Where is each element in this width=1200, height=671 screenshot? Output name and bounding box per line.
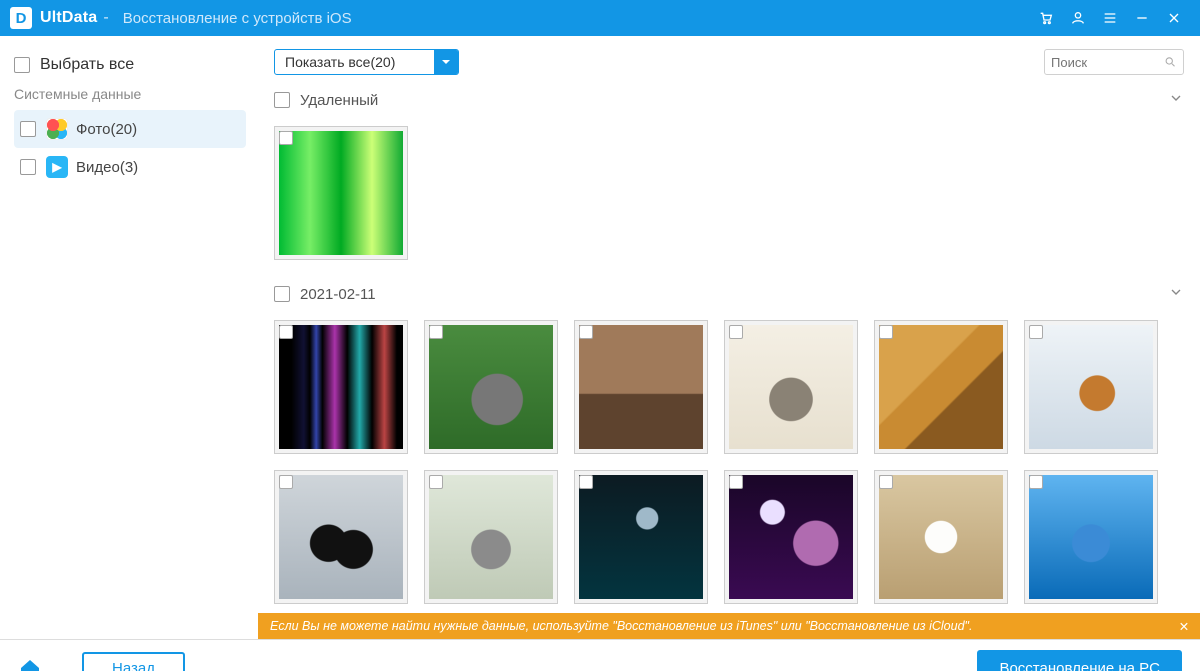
photo-thumb[interactable] bbox=[724, 470, 858, 604]
thumb-grid bbox=[274, 310, 1184, 613]
toolbar: Показать все(20) bbox=[258, 36, 1200, 84]
hint-text: Если Вы не можете найти нужные данные, и… bbox=[270, 619, 972, 633]
select-all-label: Выбрать все bbox=[40, 56, 134, 74]
select-all-row[interactable]: Выбрать все bbox=[14, 56, 246, 74]
photo-thumb[interactable] bbox=[274, 320, 408, 454]
video-icon: ▶ bbox=[46, 156, 68, 178]
photo-thumb[interactable] bbox=[724, 320, 858, 454]
chevron-down-icon[interactable] bbox=[1168, 284, 1184, 304]
thumb-checkbox[interactable] bbox=[279, 131, 293, 145]
photo-thumb[interactable] bbox=[574, 320, 708, 454]
sidebar-item-photo[interactable]: Фото(20) bbox=[14, 110, 246, 148]
app-name: UltData bbox=[40, 9, 97, 27]
chevron-down-icon[interactable] bbox=[1168, 90, 1184, 110]
cart-icon[interactable] bbox=[1030, 0, 1062, 36]
select-all-checkbox[interactable] bbox=[14, 57, 30, 73]
sidebar-section-header: Системные данные bbox=[14, 86, 246, 102]
recover-button[interactable]: Восстановление на PC bbox=[977, 650, 1182, 671]
photo-thumb[interactable] bbox=[574, 470, 708, 604]
group-header-date[interactable]: 2021-02-11 bbox=[274, 278, 1184, 310]
thumb-checkbox[interactable] bbox=[1029, 325, 1043, 339]
minimize-icon[interactable] bbox=[1126, 0, 1158, 36]
footer: Назад Восстановление на PC bbox=[0, 639, 1200, 671]
thumb-checkbox[interactable] bbox=[279, 475, 293, 489]
thumb-checkbox[interactable] bbox=[579, 325, 593, 339]
back-button[interactable]: Назад bbox=[82, 652, 185, 671]
sidebar-item-video[interactable]: ▶ Видео(3) bbox=[14, 148, 246, 186]
photo-thumb[interactable] bbox=[874, 470, 1008, 604]
thumb-checkbox[interactable] bbox=[879, 475, 893, 489]
group-header-deleted[interactable]: Удаленный bbox=[274, 84, 1184, 116]
title-separator: - bbox=[103, 9, 108, 27]
main-panel: Показать все(20) Удаленный 2021- bbox=[258, 36, 1200, 613]
menu-icon[interactable] bbox=[1094, 0, 1126, 36]
app-logo: D bbox=[10, 7, 32, 29]
photo-thumb[interactable] bbox=[424, 320, 558, 454]
sidebar: Выбрать все Системные данные Фото(20) ▶ … bbox=[0, 36, 258, 613]
thumb-checkbox[interactable] bbox=[429, 325, 443, 339]
close-icon[interactable] bbox=[1158, 0, 1190, 36]
thumb-checkbox[interactable] bbox=[729, 325, 743, 339]
titlebar: D UltData - Восстановление с устройств i… bbox=[0, 0, 1200, 36]
photo-thumb[interactable] bbox=[1024, 320, 1158, 454]
home-icon[interactable] bbox=[18, 657, 42, 671]
photo-thumb[interactable] bbox=[274, 126, 408, 260]
group-title: 2021-02-11 bbox=[300, 286, 376, 303]
filter-dropdown[interactable]: Показать все(20) bbox=[274, 49, 459, 75]
thumb-checkbox[interactable] bbox=[429, 475, 443, 489]
group-checkbox[interactable] bbox=[274, 92, 290, 108]
thumb-checkbox[interactable] bbox=[879, 325, 893, 339]
photo-thumb[interactable] bbox=[424, 470, 558, 604]
search-icon bbox=[1164, 55, 1177, 69]
sidebar-item-label: Видео(3) bbox=[76, 159, 240, 176]
search-box[interactable] bbox=[1044, 49, 1184, 75]
photo-thumb[interactable] bbox=[274, 470, 408, 604]
photo-thumb[interactable] bbox=[874, 320, 1008, 454]
sidebar-item-video-checkbox[interactable] bbox=[20, 159, 36, 175]
user-icon[interactable] bbox=[1062, 0, 1094, 36]
thumb-checkbox[interactable] bbox=[279, 325, 293, 339]
hint-bar: Если Вы не можете найти нужные данные, и… bbox=[258, 613, 1200, 639]
photo-icon bbox=[46, 118, 68, 140]
thumb-checkbox[interactable] bbox=[1029, 475, 1043, 489]
chevron-down-icon bbox=[434, 49, 458, 75]
thumb-checkbox[interactable] bbox=[729, 475, 743, 489]
app-subtitle: Восстановление с устройств iOS bbox=[123, 10, 352, 27]
sidebar-item-photo-checkbox[interactable] bbox=[20, 121, 36, 137]
content-scroll[interactable]: Удаленный 2021-02-11 bbox=[258, 84, 1200, 613]
search-input[interactable] bbox=[1051, 55, 1164, 70]
thumb-grid bbox=[274, 116, 1184, 278]
thumb-checkbox[interactable] bbox=[579, 475, 593, 489]
photo-thumb[interactable] bbox=[1024, 470, 1158, 604]
sidebar-item-label: Фото(20) bbox=[76, 121, 240, 138]
group-title: Удаленный bbox=[300, 92, 378, 109]
filter-dropdown-label: Показать все(20) bbox=[285, 54, 395, 70]
group-checkbox[interactable] bbox=[274, 286, 290, 302]
hint-close-icon[interactable]: ✕ bbox=[1174, 613, 1194, 639]
